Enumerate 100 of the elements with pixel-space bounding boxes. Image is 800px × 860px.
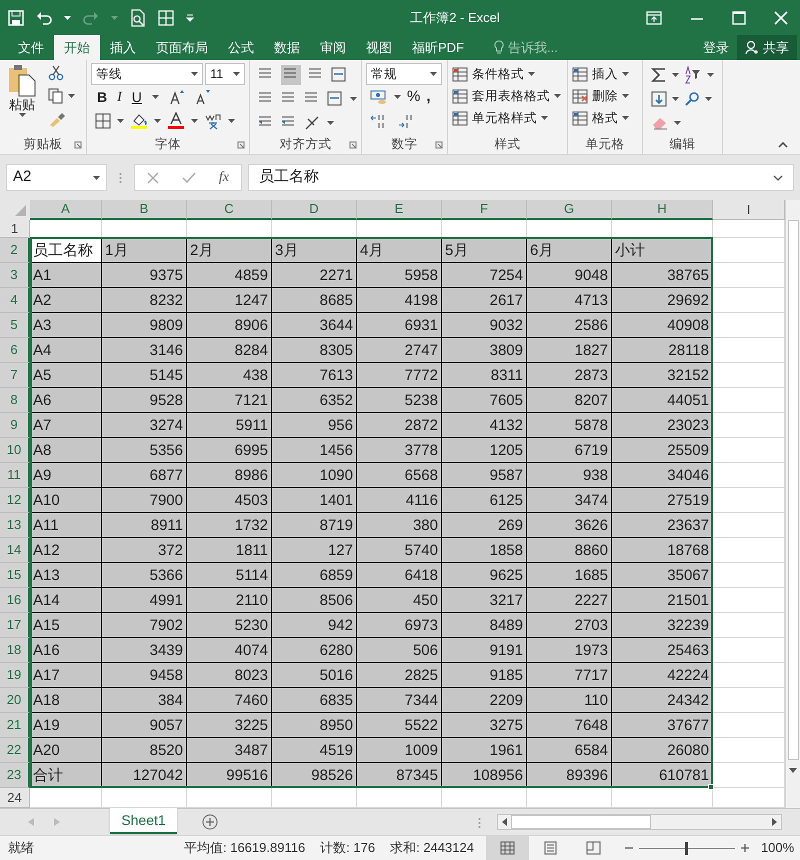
ribbon-tab[interactable]: 福昕PDF <box>402 35 474 60</box>
caret-icon[interactable] <box>528 72 535 76</box>
expand-icon[interactable] <box>773 174 783 180</box>
caret-icon[interactable] <box>191 72 198 76</box>
caret-icon[interactable] <box>554 94 561 98</box>
caret-icon[interactable] <box>672 73 679 77</box>
ribbon-display-icon[interactable] <box>646 10 662 24</box>
ribbon-tab[interactable]: 视图 <box>356 35 402 60</box>
grow-font-icon[interactable] <box>168 89 185 105</box>
caret-icon[interactable] <box>705 97 712 101</box>
dialog-launcher-icon[interactable] <box>74 141 82 149</box>
row-header[interactable]: 19 <box>0 663 30 688</box>
font-size-field[interactable]: 11 <box>205 63 245 85</box>
eraser-icon[interactable] <box>651 116 669 130</box>
borders-icon[interactable] <box>95 113 111 129</box>
caret-icon[interactable] <box>622 94 629 98</box>
name-box[interactable]: A2 <box>6 164 107 191</box>
row-header[interactable]: 8 <box>0 388 30 413</box>
font-field[interactable]: 等线 <box>91 63 204 85</box>
caret-icon[interactable] <box>350 97 357 101</box>
scroll-right-icon[interactable] <box>772 818 777 826</box>
ribbon-tab[interactable]: 公式 <box>218 35 264 60</box>
row-header[interactable]: 24 <box>0 788 30 808</box>
zoom-level[interactable]: 100% <box>760 838 794 858</box>
comma-button[interactable]: , <box>426 86 431 108</box>
caret-icon[interactable] <box>674 121 681 125</box>
caret-icon[interactable] <box>622 72 629 76</box>
row-header[interactable]: 22 <box>0 738 30 763</box>
column-header[interactable]: H <box>612 200 713 220</box>
horizontal-scrollbar[interactable] <box>497 814 782 830</box>
caret-icon[interactable] <box>117 119 124 123</box>
formula-field[interactable]: 员工名称 <box>248 164 794 191</box>
row-header[interactable]: 10 <box>0 438 30 463</box>
font-color-icon[interactable] <box>167 112 185 130</box>
ribbon-tab[interactable]: 开始 <box>54 35 100 60</box>
row-header[interactable]: 9 <box>0 413 30 438</box>
fill-color-icon[interactable] <box>130 112 148 130</box>
copy-icon[interactable] <box>48 88 64 104</box>
caret-icon[interactable] <box>707 73 714 77</box>
caret-icon[interactable] <box>18 113 26 117</box>
column-header[interactable]: F <box>442 200 527 220</box>
vertical-scrollbar[interactable] <box>785 200 800 808</box>
currency-icon[interactable] <box>370 89 388 105</box>
dialog-launcher-icon[interactable] <box>237 141 245 149</box>
zoom-slider-thumb[interactable] <box>685 842 688 854</box>
ribbon-button[interactable]: 条件格式 <box>452 63 535 85</box>
maximize-icon[interactable] <box>732 10 746 24</box>
row-header[interactable]: 21 <box>0 713 30 738</box>
collapse-ribbon-icon[interactable] <box>778 142 788 148</box>
row-header[interactable]: 23 <box>0 763 30 788</box>
scroll-left-icon[interactable] <box>502 818 507 826</box>
column-header[interactable]: E <box>357 200 442 220</box>
row-header[interactable]: 15 <box>0 563 30 588</box>
normal-view-icon[interactable] <box>486 836 529 860</box>
ribbon-button[interactable]: 单元格样式 <box>452 107 548 129</box>
caret-icon[interactable] <box>430 72 437 76</box>
undo-icon[interactable] <box>36 10 52 24</box>
number-format-field[interactable]: 常规 <box>366 63 442 85</box>
row-header[interactable]: 14 <box>0 538 30 563</box>
close-icon[interactable] <box>774 10 788 24</box>
ribbon-tab[interactable]: 页面布局 <box>146 35 218 60</box>
row-header[interactable]: 7 <box>0 363 30 388</box>
paste-button[interactable]: 粘贴 <box>4 63 40 134</box>
customize-icon[interactable] <box>186 14 194 22</box>
row-header[interactable]: 6 <box>0 338 30 363</box>
caret-icon[interactable] <box>672 97 679 101</box>
caret-icon[interactable] <box>64 16 71 20</box>
scroll-down-icon[interactable] <box>789 768 797 773</box>
caret-icon[interactable] <box>93 176 100 180</box>
caret-icon[interactable] <box>233 72 240 76</box>
ribbon-tab[interactable]: 文件 <box>8 35 54 60</box>
column-header[interactable]: A <box>30 200 102 220</box>
caret-icon[interactable] <box>327 121 334 125</box>
tell-me-field[interactable]: 告诉我... <box>494 35 558 60</box>
row-header[interactable]: 11 <box>0 463 30 488</box>
fill-handle[interactable] <box>708 784 714 790</box>
insert-function-button[interactable]: fx <box>218 167 229 188</box>
row-header[interactable]: 5 <box>0 313 30 338</box>
percent-button[interactable]: % <box>407 86 420 108</box>
caret-icon[interactable] <box>68 94 75 98</box>
zoom-in-icon[interactable] <box>740 844 749 852</box>
scroll-thumb[interactable] <box>511 815 651 829</box>
row-header[interactable]: 2 <box>0 238 30 263</box>
sum-icon[interactable] <box>651 67 667 83</box>
phonetic-guide-icon[interactable] <box>204 112 222 130</box>
italic-button[interactable]: I <box>117 86 122 108</box>
sort-filter-icon[interactable] <box>684 66 702 84</box>
ribbon-tab[interactable]: 审阅 <box>310 35 356 60</box>
column-header[interactable]: G <box>527 200 612 220</box>
shrink-font-icon[interactable] <box>194 89 211 105</box>
align-middle-icon[interactable] <box>281 65 301 85</box>
row-header[interactable]: 18 <box>0 638 30 663</box>
caret-icon[interactable] <box>541 116 548 120</box>
column-header[interactable]: B <box>102 200 187 220</box>
caret-icon[interactable] <box>152 95 159 99</box>
caret-icon[interactable] <box>228 119 235 123</box>
merge-center-icon[interactable] <box>327 91 343 107</box>
column-header[interactable]: I <box>713 200 785 220</box>
column-header[interactable]: D <box>272 200 357 220</box>
search-icon[interactable] <box>684 91 700 107</box>
